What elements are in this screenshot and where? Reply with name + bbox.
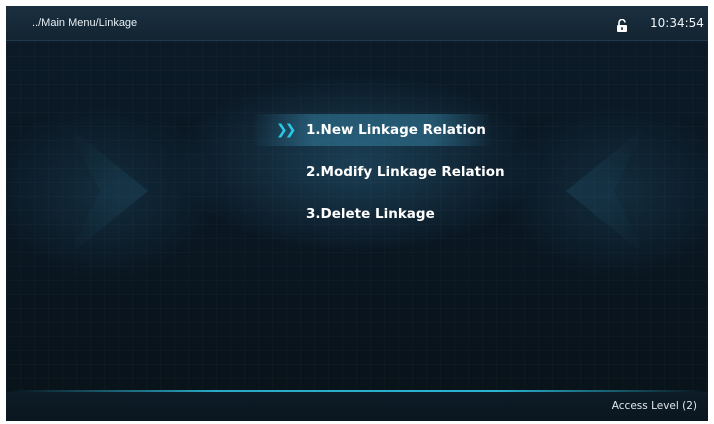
bottom-bar: Access Level (2)	[6, 392, 708, 421]
menu-item-label: 2.Modify Linkage Relation	[306, 164, 505, 180]
menu-item-label: 3.Delete Linkage	[306, 206, 435, 222]
screen: ../Main Menu/Linkage 10:34:54 ❯❯ 1.New L…	[6, 6, 708, 421]
double-chevron-right-icon: ❯❯	[276, 122, 297, 138]
menu-item-new-linkage-relation[interactable]: ❯❯ 1.New Linkage Relation	[252, 114, 492, 146]
menu-item-modify-linkage-relation[interactable]: 2.Modify Linkage Relation	[252, 156, 512, 188]
menu-item-delete-linkage[interactable]: 3.Delete Linkage	[252, 198, 452, 230]
linkage-menu: ❯❯ 1.New Linkage Relation 2.Modify Linka…	[6, 6, 708, 366]
access-level-label: Access Level (2)	[611, 400, 697, 412]
menu-item-label: 1.New Linkage Relation	[306, 122, 486, 138]
